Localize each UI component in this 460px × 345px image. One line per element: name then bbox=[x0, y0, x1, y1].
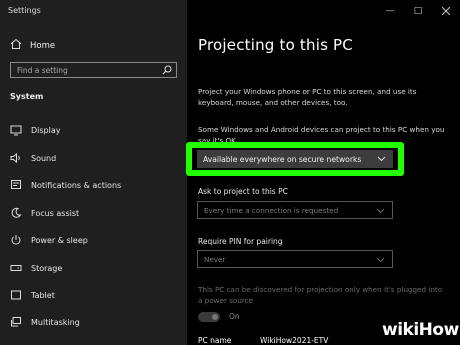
home-icon bbox=[10, 38, 24, 53]
search-input[interactable]: Find a setting bbox=[10, 62, 177, 78]
intro-text: Project your Windows phone or PC to this… bbox=[198, 87, 417, 107]
ask-label: Ask to project to this PC bbox=[198, 187, 288, 196]
sidebar-item-multitasking[interactable]: Multitasking bbox=[10, 315, 80, 329]
section-title: System bbox=[10, 92, 44, 101]
watermark-how: How bbox=[418, 320, 460, 340]
power-icon bbox=[10, 234, 22, 246]
availability-dropdown[interactable]: Available everywhere on secure networks bbox=[197, 150, 393, 168]
watermark-wiki: wiki bbox=[382, 320, 419, 340]
moon-icon bbox=[10, 207, 22, 219]
chevron-down-icon bbox=[376, 255, 385, 266]
toggle-label: On bbox=[229, 312, 240, 321]
sidebar-item-storage[interactable]: Storage bbox=[10, 261, 62, 275]
multitasking-icon bbox=[10, 316, 22, 328]
page-title: Projecting to this PC bbox=[198, 36, 353, 54]
availability-value: Available everywhere on secure networks bbox=[203, 154, 362, 164]
sidebar-item-label: Focus assist bbox=[31, 208, 80, 218]
sidebar-item-label: Display bbox=[31, 125, 61, 135]
toggle-knob bbox=[212, 314, 218, 320]
chevron-down-icon bbox=[376, 206, 385, 217]
pin-dropdown[interactable]: Never bbox=[197, 250, 393, 268]
sidebar-item-focus-assist[interactable]: Focus assist bbox=[10, 206, 79, 220]
close-button[interactable] bbox=[432, 0, 460, 22]
notifications-icon bbox=[10, 179, 22, 191]
sidebar-item-label: Notifications & actions bbox=[31, 180, 122, 190]
storage-icon bbox=[10, 262, 22, 274]
sidebar-item-display[interactable]: Display bbox=[10, 123, 61, 137]
power-note: This PC can be discovered for projection… bbox=[198, 285, 443, 305]
sidebar-item-power-sleep[interactable]: Power & sleep bbox=[10, 233, 88, 247]
window-title: Settings bbox=[8, 6, 41, 15]
chevron-down-icon bbox=[377, 154, 386, 165]
wikihow-watermark: wiki How bbox=[382, 319, 459, 341]
sidebar-item-label: Storage bbox=[31, 263, 63, 273]
power-toggle[interactable] bbox=[198, 312, 220, 322]
ask-value: Every time a connection is requested bbox=[204, 205, 339, 215]
ask-dropdown[interactable]: Every time a connection is requested bbox=[197, 201, 393, 219]
sidebar-item-tablet[interactable]: Tablet bbox=[10, 288, 55, 302]
tablet-icon bbox=[10, 289, 22, 301]
sidebar-item-label: Power & sleep bbox=[31, 235, 88, 245]
sidebar-item-notifications[interactable]: Notifications & actions bbox=[10, 178, 121, 192]
sidebar-item-label: Tablet bbox=[31, 290, 55, 300]
close-icon bbox=[442, 7, 450, 15]
sidebar-item-label: Multitasking bbox=[31, 317, 80, 327]
home-nav-item[interactable]: Home bbox=[10, 38, 55, 53]
home-label: Home bbox=[30, 40, 56, 51]
sound-icon bbox=[10, 152, 22, 164]
pc-name-value: WikiHow2021-ETV bbox=[260, 336, 329, 345]
pc-name-label: PC name bbox=[198, 336, 232, 345]
settings-sidebar: Settings Home Find a setting System Disp… bbox=[0, 0, 187, 345]
window-controls: — □ bbox=[376, 0, 460, 22]
minimize-button[interactable]: — bbox=[376, 0, 404, 22]
pin-label: Require PIN for pairing bbox=[198, 237, 283, 246]
search-icon[interactable] bbox=[160, 63, 174, 77]
pin-value: Never bbox=[204, 254, 226, 264]
display-icon bbox=[10, 124, 22, 136]
sidebar-item-sound[interactable]: Sound bbox=[10, 151, 56, 165]
maximize-button[interactable]: □ bbox=[404, 0, 432, 22]
search-placeholder: Find a setting bbox=[17, 65, 68, 75]
sidebar-item-label: Sound bbox=[31, 153, 57, 163]
